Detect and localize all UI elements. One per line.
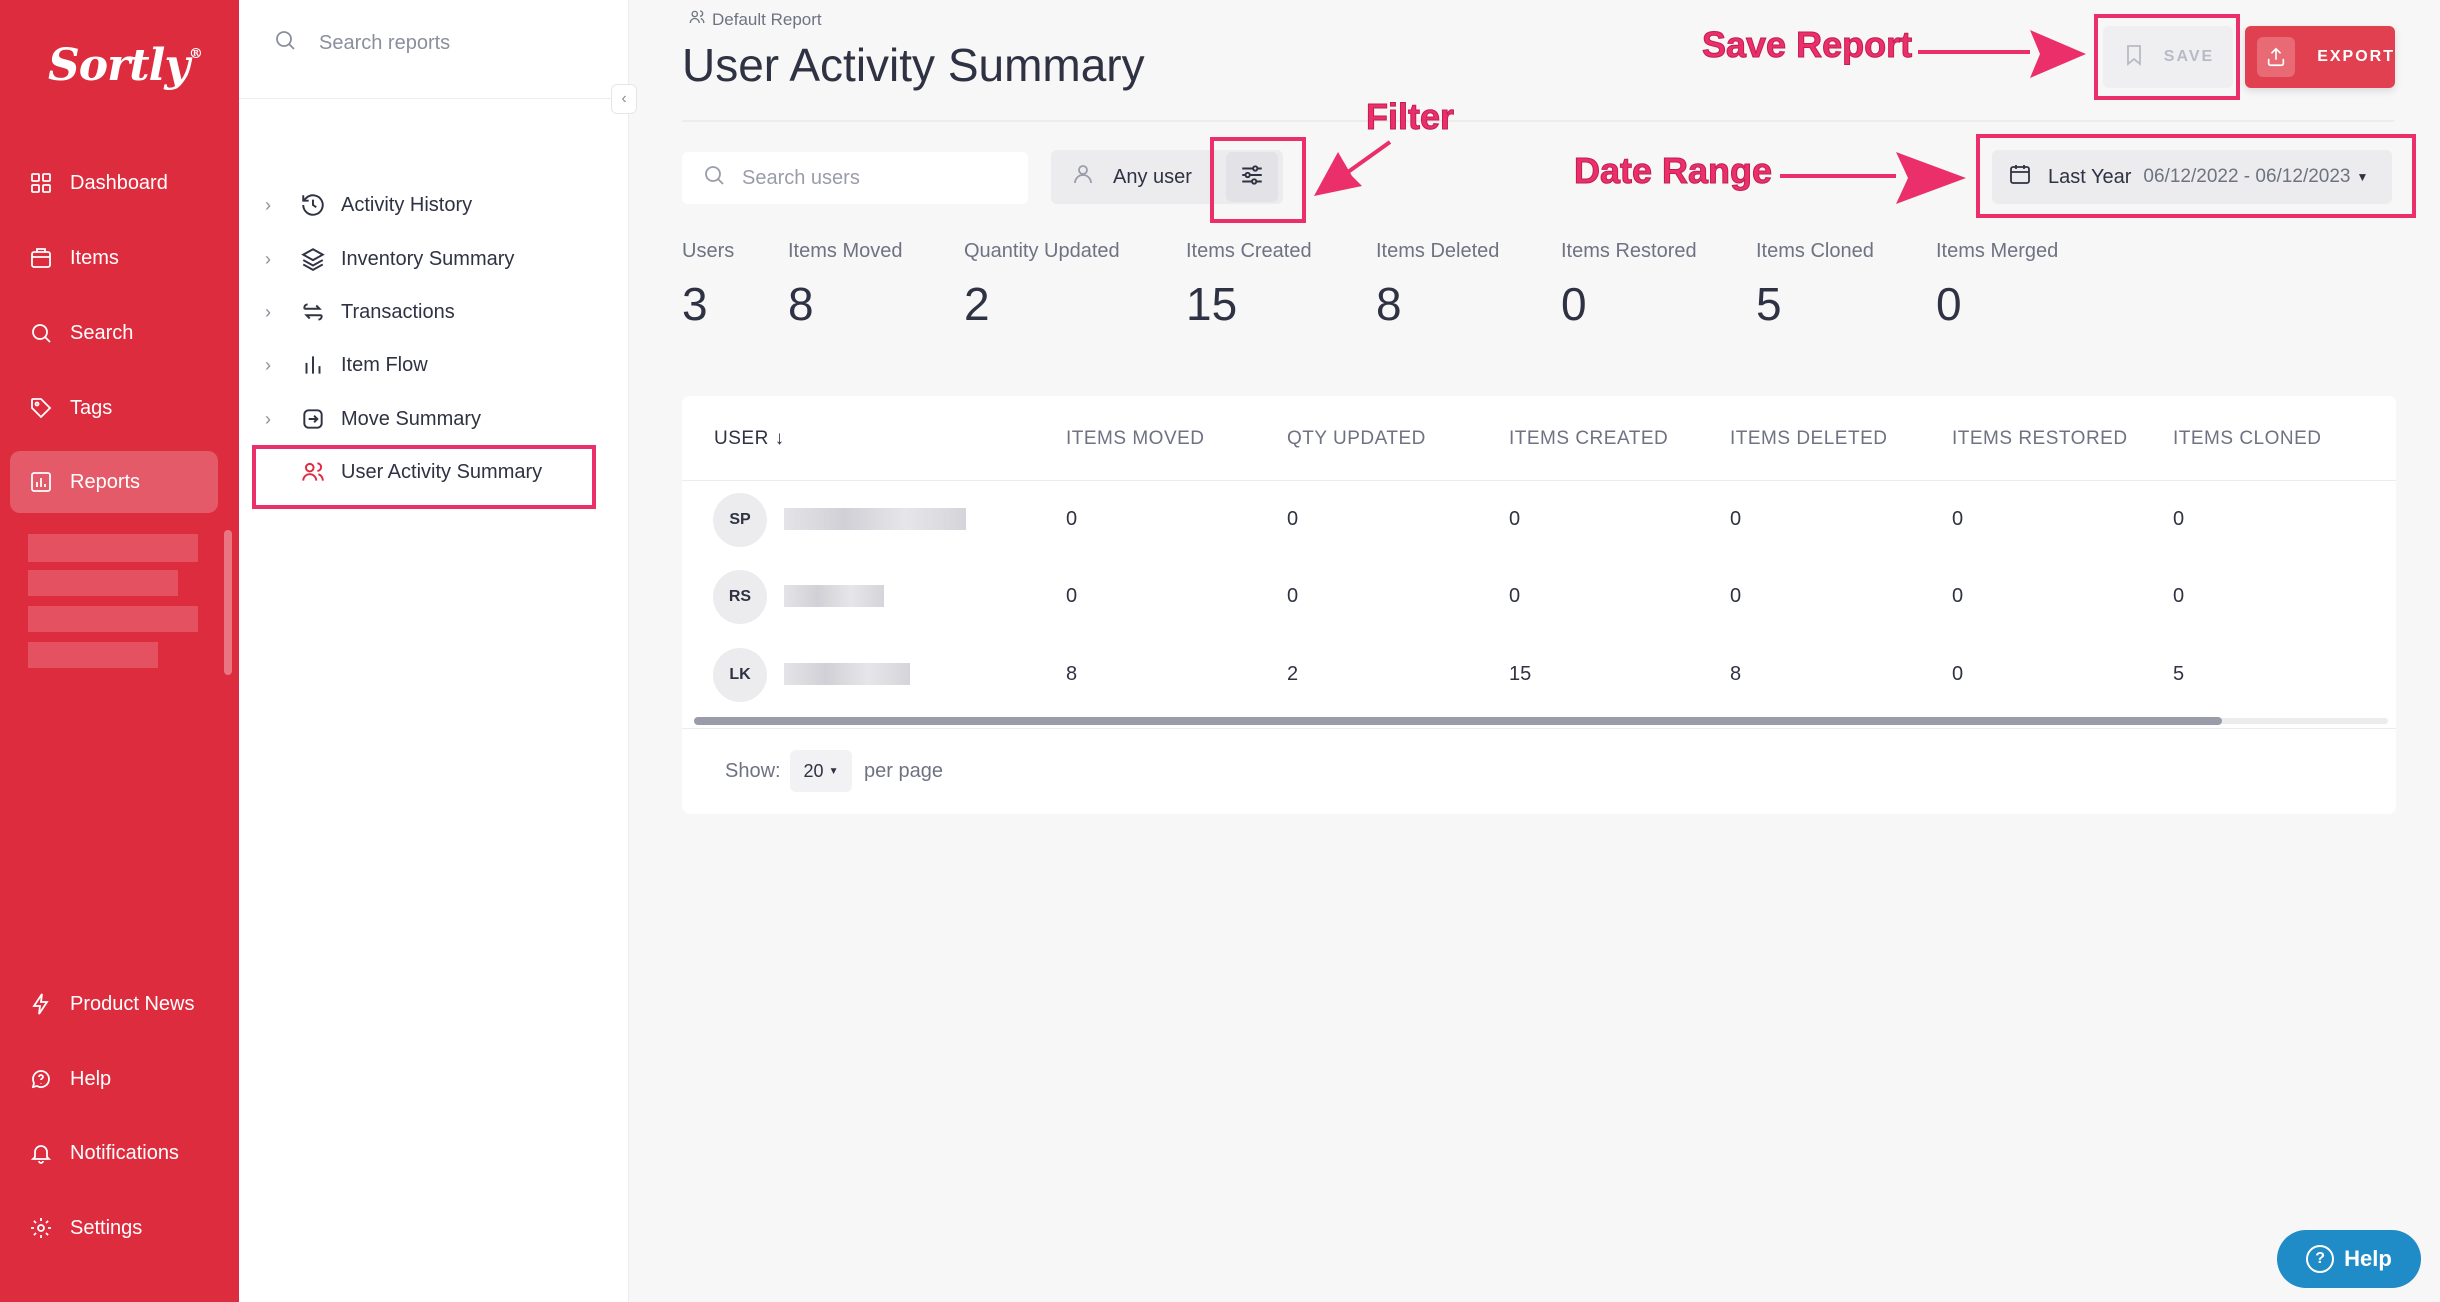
annotation-arrow-head: [1314, 152, 1362, 196]
annotation-arrow: [1346, 140, 1392, 174]
annotation-arrow-head: [1896, 152, 1966, 204]
annotation-arrows: [1314, 30, 2086, 204]
annotation-arrow-head: [2030, 30, 2086, 78]
